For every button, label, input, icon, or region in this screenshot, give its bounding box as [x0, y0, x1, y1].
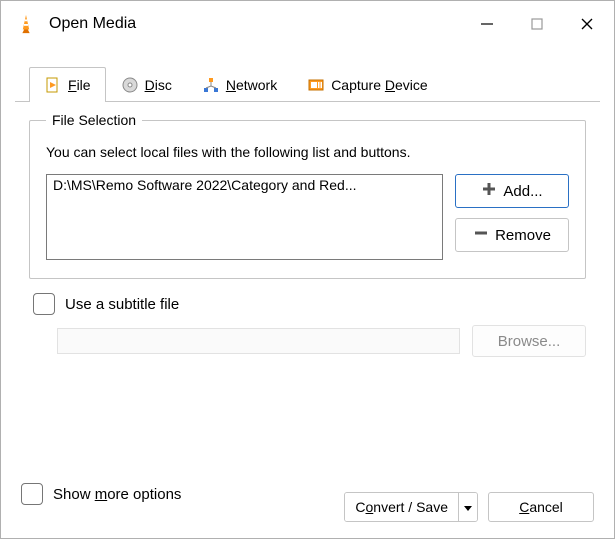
browse-button: Browse... [472, 325, 586, 357]
add-button-label: Add... [503, 183, 542, 200]
chevron-down-icon [464, 499, 472, 515]
network-icon [202, 76, 220, 94]
tab-label: Disc [145, 77, 172, 93]
tab-file[interactable]: File [29, 67, 106, 102]
minus-icon [473, 225, 489, 245]
subtitle-checkbox-row[interactable]: Use a subtitle file [33, 293, 586, 315]
tab-label: Capture Device [331, 77, 428, 93]
window-title: Open Media [49, 15, 462, 33]
tab-panel-file: File Selection You can select local file… [15, 101, 600, 377]
plus-icon [481, 181, 497, 201]
capture-icon [307, 76, 325, 94]
file-icon [44, 76, 62, 94]
remove-button[interactable]: Remove [455, 218, 569, 252]
tab-bar: File Disc Network Capture Device [29, 67, 614, 102]
subtitle-path-input [57, 328, 460, 354]
tab-network[interactable]: Network [187, 67, 292, 102]
tab-label: Network [226, 77, 277, 93]
file-list-item[interactable]: D:\MS\Remo Software 2022\Category and Re… [53, 177, 436, 193]
subtitle-checkbox-label: Use a subtitle file [65, 296, 179, 313]
convert-save-split-button[interactable]: Convert / Save [344, 492, 478, 522]
more-options-label: Show more options [53, 486, 181, 503]
bottom-bar: Show more options Convert / Save Cancel [1, 456, 614, 538]
more-options-checkbox[interactable] [21, 483, 43, 505]
more-options-row[interactable]: Show more options [21, 483, 181, 505]
close-button[interactable] [562, 1, 612, 47]
file-selection-legend: File Selection [46, 112, 142, 128]
file-selection-help: You can select local files with the foll… [46, 144, 569, 160]
cancel-label: Cancel [519, 499, 563, 515]
minimize-button[interactable] [462, 1, 512, 47]
tab-capture-device[interactable]: Capture Device [292, 67, 443, 102]
tab-disc[interactable]: Disc [106, 67, 187, 102]
disc-icon [121, 76, 139, 94]
convert-save-button[interactable]: Convert / Save [345, 493, 459, 521]
remove-button-label: Remove [495, 227, 551, 244]
add-button[interactable]: Add... [455, 174, 569, 208]
window-controls [462, 1, 612, 47]
maximize-button[interactable] [512, 1, 562, 47]
convert-save-dropdown[interactable] [459, 493, 477, 521]
cancel-button[interactable]: Cancel [488, 492, 594, 522]
subtitle-checkbox[interactable] [33, 293, 55, 315]
convert-save-label: Convert / Save [355, 499, 448, 515]
file-list[interactable]: D:\MS\Remo Software 2022\Category and Re… [46, 174, 443, 260]
tab-label: File [68, 77, 91, 93]
file-selection-group: File Selection You can select local file… [29, 112, 586, 279]
titlebar: Open Media [1, 1, 614, 47]
app-icon [15, 13, 37, 35]
browse-button-label: Browse... [498, 333, 561, 350]
